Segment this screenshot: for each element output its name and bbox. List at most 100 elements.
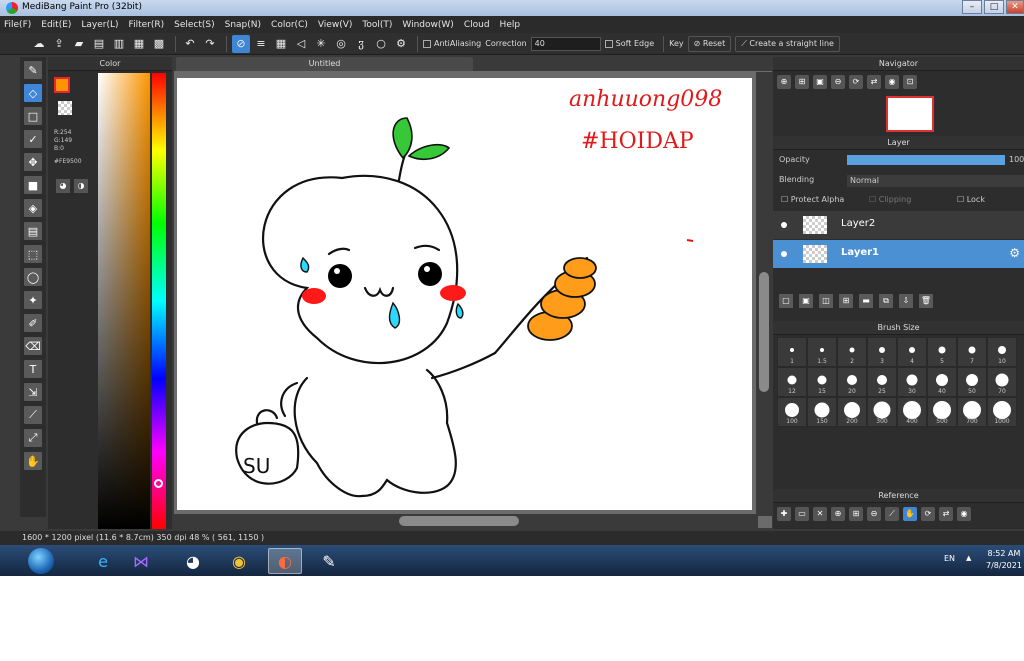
magic-brush-icon[interactable]: ✓ [24, 130, 42, 148]
close-button[interactable]: ✕ [1006, 0, 1024, 14]
brush-size-cell[interactable]: 12 [777, 367, 807, 397]
reference-open-icon[interactable]: ▭ [795, 507, 809, 521]
reference-rotate-icon[interactable]: ⟳ [921, 507, 935, 521]
brush-size-cell[interactable]: 15 [807, 367, 837, 397]
clock[interactable]: 8:52 AM 7/8/2021 [986, 548, 1022, 572]
menu-window[interactable]: Window(W) [402, 20, 453, 30]
new-layer-icon[interactable]: ▢ [779, 294, 793, 308]
protect-alpha-checkbox[interactable]: ☐ Protect Alpha [781, 195, 844, 204]
language-indicator[interactable]: EN [944, 554, 955, 563]
select-tool-icon[interactable]: ⬚ [24, 245, 42, 263]
folder-icon[interactable]: ▬ [859, 294, 873, 308]
paint-app-icon[interactable]: ◕ [176, 548, 210, 574]
circle-icon[interactable]: ○ [372, 35, 390, 53]
paint-palette-icon[interactable]: ✎ [312, 548, 346, 574]
brush-size-cell[interactable]: 100 [777, 397, 807, 427]
brush-size-cell[interactable]: 500 [927, 397, 957, 427]
brush-size-cell[interactable]: 150 [807, 397, 837, 427]
snap-settings-icon[interactable]: ⚙ [392, 35, 410, 53]
menu-edit[interactable]: Edit(E) [41, 20, 71, 30]
hue-slider-knob[interactable] [154, 479, 163, 488]
text-tool-icon[interactable]: T [24, 360, 42, 378]
merge-layer-icon[interactable]: ⇩ [899, 294, 913, 308]
menu-color[interactable]: Color(C) [271, 20, 308, 30]
reference-zoom-in-icon[interactable]: ⊕ [831, 507, 845, 521]
clipping-checkbox[interactable]: ☐ Clipping [869, 195, 911, 204]
vertical-scroll-thumb[interactable] [759, 272, 769, 392]
brush-size-cell[interactable]: 1 [777, 337, 807, 367]
snap-off-icon[interactable]: ⊘ [232, 34, 250, 53]
reference-close-icon[interactable]: ✕ [813, 507, 827, 521]
flip-icon[interactable]: ⇄ [867, 75, 881, 89]
lasso-tool-icon[interactable]: ◯ [24, 268, 42, 286]
reference-flip-icon[interactable]: ⇄ [939, 507, 953, 521]
zoom-actual-icon[interactable]: ▣ [813, 75, 827, 89]
saturation-value-picker[interactable] [98, 73, 150, 529]
magic-wand-icon[interactable]: ✦ [24, 291, 42, 309]
menu-select[interactable]: Select(S) [174, 20, 215, 30]
curve-snap-icon[interactable]: ჳ [352, 35, 370, 53]
operation-tool-icon[interactable]: ⇲ [24, 383, 42, 401]
menu-cloud[interactable]: Cloud [464, 20, 490, 30]
grid-icon[interactable]: ▩ [150, 35, 168, 53]
bucket-tool-icon[interactable]: ◈ [24, 199, 42, 217]
reset-view-icon[interactable]: ◉ [885, 75, 899, 89]
menu-snap[interactable]: Snap(N) [225, 20, 261, 30]
lock-view-icon[interactable]: ⊡ [903, 75, 917, 89]
undo-icon[interactable]: ↶ [181, 35, 199, 53]
primary-color-swatch[interactable] [54, 77, 70, 93]
select-eraser-icon[interactable]: ⌫ [24, 337, 42, 355]
speech-bubble-icon[interactable]: ▰ [70, 35, 88, 53]
menu-layer[interactable]: Layer(L) [81, 20, 118, 30]
menu-help[interactable]: Help [500, 20, 521, 30]
reference-eyedropper-icon[interactable]: ⟋ [885, 507, 899, 521]
layer-settings-gear-icon[interactable]: ⚙ [1009, 246, 1020, 260]
menu-view[interactable]: View(V) [318, 20, 353, 30]
eraser-tool-icon[interactable]: ◇ [24, 84, 42, 102]
maximize-button[interactable]: □ [984, 0, 1004, 14]
divide-tool-icon[interactable]: ⟋ [24, 406, 42, 424]
straight-line-button[interactable]: ⟋ Create a straight line [735, 35, 840, 52]
hue-slider[interactable] [152, 73, 166, 529]
brush-size-cell[interactable]: 300 [867, 397, 897, 427]
correction-select[interactable]: 40 [530, 36, 601, 51]
minimize-button[interactable]: – [962, 0, 982, 14]
start-button[interactable] [28, 548, 54, 574]
brush-size-cell[interactable]: 3 [867, 337, 897, 367]
redo-icon[interactable]: ↷ [201, 35, 219, 53]
brush-size-cell[interactable]: 700 [957, 397, 987, 427]
drawing-canvas[interactable]: anhuuong098 #HOIDAP SU [177, 78, 752, 510]
duplicate-layer-icon[interactable]: ⧉ [879, 294, 893, 308]
visibility-icon[interactable] [781, 222, 787, 228]
brush-size-cell[interactable]: 400 [897, 397, 927, 427]
move-tool-icon[interactable]: ✥ [24, 153, 42, 171]
menu-filter[interactable]: Filter(R) [129, 20, 165, 30]
brush-size-cell[interactable]: 1000 [987, 397, 1017, 427]
medibang-taskbar-icon[interactable]: ◐ [268, 548, 302, 574]
brush-size-cell[interactable]: 25 [867, 367, 897, 397]
hand-tool-icon[interactable]: ✋ [24, 452, 42, 470]
lock-checkbox[interactable]: ☐ Lock [957, 195, 985, 204]
horizontal-scrollbar[interactable] [174, 514, 758, 528]
internet-explorer-icon[interactable]: e [86, 548, 120, 574]
eyedropper-tool-icon[interactable]: ⤢ [24, 429, 42, 447]
cross-snap-icon[interactable]: ▦ [272, 35, 290, 53]
parallel-snap-icon[interactable]: ≡ [252, 35, 270, 53]
layer-row-layer1[interactable]: Layer1 ⚙ [773, 240, 1024, 268]
layer-row-layer2[interactable]: Layer2 [773, 211, 1024, 239]
blending-select[interactable]: Normal [847, 175, 1024, 187]
brush-size-cell[interactable]: 50 [957, 367, 987, 397]
antialiasing-checkbox[interactable] [423, 39, 431, 48]
new-layer-1bit-icon[interactable]: ◫ [819, 294, 833, 308]
rotate-icon[interactable]: ⟳ [849, 75, 863, 89]
perspective-snap-icon[interactable]: ◁ [292, 35, 310, 53]
select-pen-icon[interactable]: ✐ [24, 314, 42, 332]
reset-button[interactable]: ⊘ Reset [687, 35, 732, 52]
new-layer-halftone-icon[interactable]: ▣ [799, 294, 813, 308]
zoom-in-icon[interactable]: ⊕ [777, 75, 791, 89]
brush-size-cell[interactable]: 1.5 [807, 337, 837, 367]
delete-layer-icon[interactable]: 🗑 [919, 294, 933, 308]
brush-size-cell[interactable]: 20 [837, 367, 867, 397]
chrome-icon[interactable]: ◉ [222, 548, 256, 574]
soft-edge-checkbox[interactable] [604, 39, 613, 48]
